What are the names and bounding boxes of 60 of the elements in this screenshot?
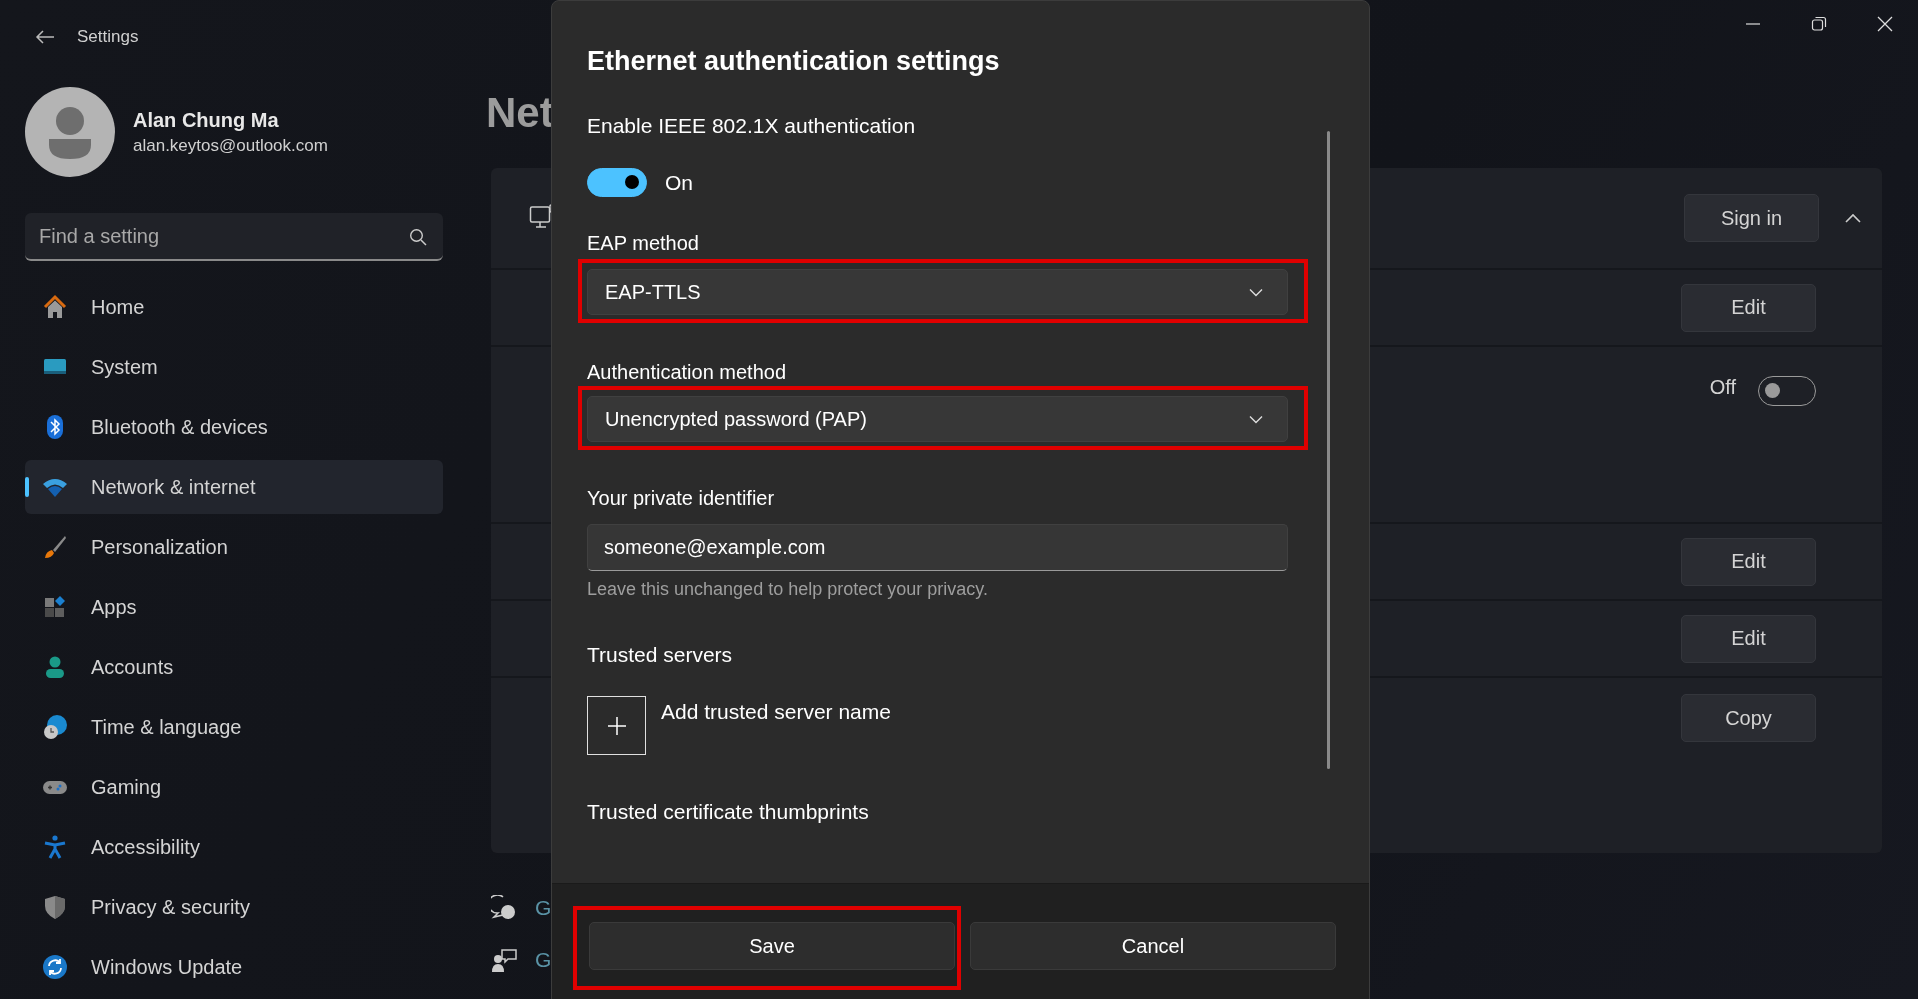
add-button[interactable] — [587, 696, 646, 755]
feedback-icon — [491, 947, 517, 973]
dialog-button[interactable]: Save — [589, 922, 955, 970]
row-button[interactable]: Sign in — [1684, 194, 1819, 242]
dropdown[interactable]: EAP-TTLS — [587, 269, 1288, 315]
nav-item[interactable]: Accounts — [25, 640, 443, 694]
nav-item[interactable]: Accessibility — [25, 820, 443, 874]
toggle-label: On — [665, 169, 693, 196]
sync-icon — [42, 954, 68, 980]
section-heading: Trusted certificate thumbprints — [587, 799, 870, 825]
nav-item[interactable]: System — [25, 340, 443, 394]
chevron-icon — [1249, 414, 1263, 424]
nav-item[interactable]: Time & language — [25, 700, 443, 754]
nav-item[interactable]: Apps — [25, 580, 443, 634]
help-link[interactable]: G — [535, 896, 552, 920]
maximize-icon[interactable] — [1811, 16, 1827, 32]
chevron-icon — [1249, 287, 1263, 297]
nav-item[interactable]: Privacy & security — [25, 880, 443, 934]
row-button[interactable]: Edit — [1681, 614, 1816, 663]
account-email: alan.keytos@outlook.com — [133, 135, 328, 156]
toggle-label: Off — [1709, 376, 1736, 399]
home-icon — [42, 294, 68, 320]
dialog-title: Ethernet authentication settings — [587, 45, 1001, 78]
section-heading: Trusted servers — [587, 642, 734, 668]
avatar-icon — [25, 87, 115, 177]
row-button[interactable]: Edit — [1681, 283, 1816, 332]
brush-icon — [42, 534, 68, 560]
hint-text: Leave this unchanged to help protect your privacy. — [587, 578, 989, 601]
globe-clock-icon — [42, 714, 68, 740]
search-field[interactable]: Find a setting — [25, 213, 443, 261]
window-title: Settings — [77, 27, 139, 47]
field-label: EAP method — [587, 231, 700, 256]
nav-item[interactable]: Bluetooth & devices — [25, 400, 443, 454]
add-label: Add trusted server name — [661, 699, 891, 725]
account-name: Alan Chung Ma — [133, 108, 280, 132]
chevron-icon[interactable] — [1844, 212, 1862, 224]
nav-item[interactable]: Personalization — [25, 520, 443, 574]
scrollbar[interactable] — [1327, 131, 1330, 769]
nav-item[interactable]: Network & internet — [25, 460, 443, 514]
row-button[interactable]: Copy — [1681, 694, 1816, 742]
shield-icon — [42, 894, 68, 920]
toggle-switch[interactable] — [587, 168, 647, 197]
search-icon[interactable] — [409, 228, 427, 246]
plus-icon — [606, 715, 627, 736]
dialog-button[interactable]: Cancel — [970, 922, 1336, 970]
setting-label: Enable IEEE 802.1X authentication — [587, 113, 917, 139]
page-heading: Net — [486, 89, 554, 137]
dropdown[interactable]: Unencrypted password (PAP) — [587, 396, 1288, 442]
accessibility-icon — [42, 834, 68, 860]
input-field[interactable]: someone@example.com — [587, 524, 1288, 571]
field-label: Your private identifier — [587, 486, 776, 511]
field-label: Authentication method — [587, 360, 788, 385]
apps-icon — [42, 594, 68, 620]
close-icon[interactable] — [1877, 16, 1893, 32]
nav-item[interactable]: Gaming — [25, 760, 443, 814]
row-button[interactable]: Edit — [1681, 537, 1816, 586]
nav-item[interactable]: Home — [25, 280, 443, 334]
back-arrow-icon[interactable] — [35, 29, 55, 45]
help-link[interactable]: G — [535, 948, 552, 972]
nav-item[interactable]: Windows Update — [25, 940, 443, 994]
